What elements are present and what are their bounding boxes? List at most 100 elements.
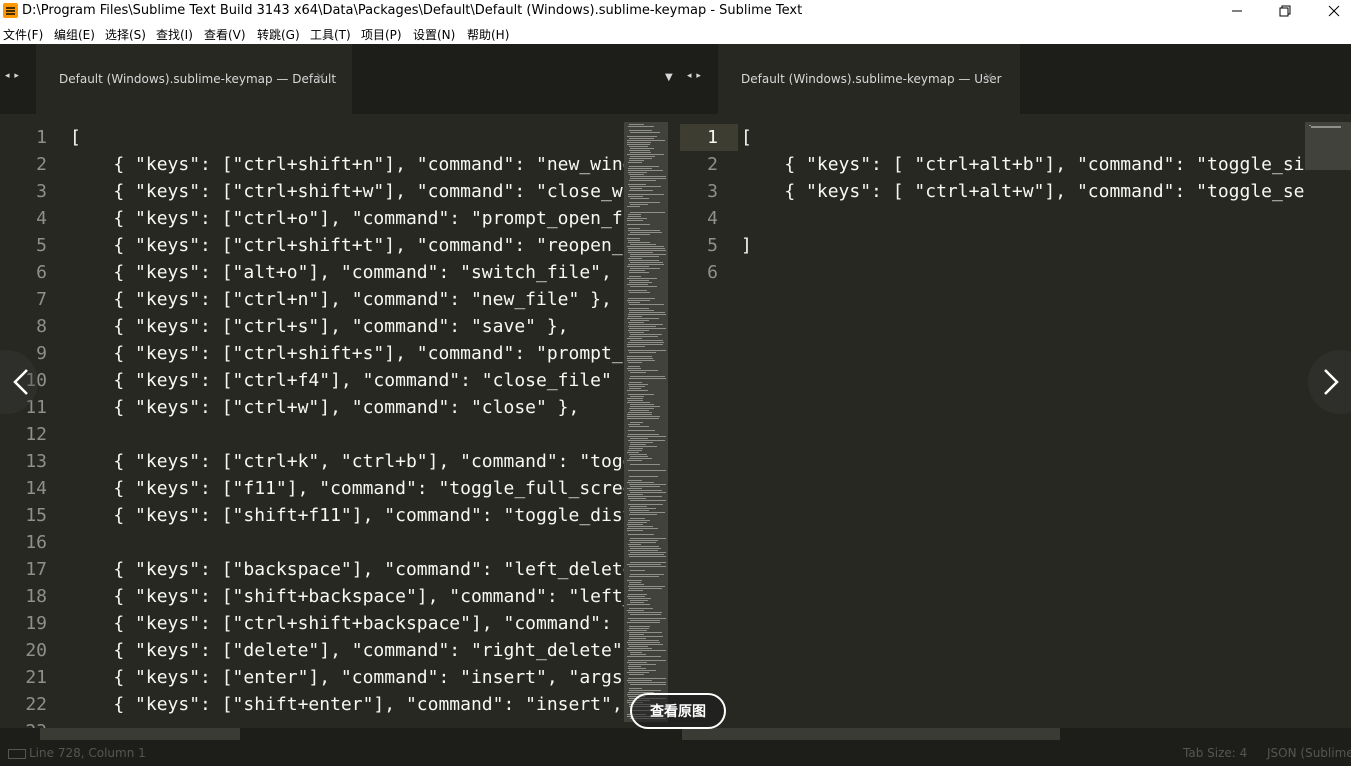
syntax-selector[interactable]: JSON (Sublime) (1267, 746, 1351, 760)
code-line: { "keys": [ "ctrl+alt+w"], "command": "t… (741, 181, 1305, 202)
line-number: 8 (36, 316, 47, 337)
minimap-line (630, 442, 653, 443)
minimize-button[interactable] (1214, 0, 1260, 22)
minimap-line (630, 268, 660, 269)
minimap-line (630, 262, 663, 263)
code-line: { "keys": ["enter"], "command": "insert"… (70, 667, 624, 688)
minimap-line (627, 648, 652, 649)
minimap-line (628, 450, 642, 451)
menu-goto[interactable]: 转跳(G) (257, 26, 300, 43)
minimap-line (628, 682, 666, 683)
tab-size-selector[interactable]: Tab Size: 4 (1183, 746, 1247, 760)
minimap-line (629, 352, 656, 353)
minimap-line (628, 660, 666, 661)
minimap-line (629, 514, 657, 515)
minimap-line (628, 216, 641, 217)
minimap[interactable] (624, 114, 668, 728)
minimap-line (628, 326, 656, 327)
minimap-line (627, 368, 641, 369)
minimap-line (627, 246, 664, 247)
minimap-line (629, 628, 649, 629)
line-number: 1 (36, 127, 47, 148)
minimap-line (627, 344, 663, 345)
line-number-gutter: 1 2 3 4 5 6 (680, 114, 738, 728)
minimap-line (629, 282, 652, 283)
minimap-line (627, 144, 650, 145)
menu-preferences[interactable]: 设置(N) (413, 26, 455, 43)
minimap[interactable] (1305, 114, 1351, 728)
minimap-line (629, 150, 650, 151)
minimap-line (630, 212, 665, 213)
menu-bar: 文件(F) 编组(E) 选择(S) 查找(I) 查看(V) 转跳(G) 工具(T… (0, 22, 1351, 45)
code-line: { "keys": ["ctrl+s"], "command": "save" … (70, 316, 569, 337)
tab-nav-arrows-right[interactable]: ◂ ▸ (687, 71, 702, 81)
close-window-button[interactable] (1311, 0, 1351, 22)
menu-edit[interactable]: 编组(E) (54, 26, 95, 43)
left-editor-pane[interactable]: 1 2 3 4 5 6 7 8 9 10 11 12 13 14 15 16 1… (0, 114, 680, 728)
code-line: [ (741, 127, 752, 148)
minimap-line (629, 146, 648, 147)
minimap-line (630, 538, 666, 539)
cursor-position: Line 728, Column 1 (29, 746, 146, 760)
right-editor-pane[interactable]: 1 2 3 4 5 6 [ { "keys": [ "ctrl+alt+b"],… (680, 114, 1351, 728)
minimap-line (628, 618, 666, 619)
line-number: 3 (707, 181, 718, 202)
minimap-line (630, 464, 660, 465)
minimap-line (629, 582, 641, 583)
code-area[interactable]: [ { "keys": ["ctrl+shift+n"], "command":… (70, 114, 624, 728)
minimap-line (629, 310, 654, 311)
minimap-line (627, 482, 654, 483)
menu-selection[interactable]: 选择(S) (105, 26, 146, 43)
minimap-line (630, 410, 649, 411)
tab-close-icon[interactable]: × (983, 70, 994, 85)
left-scrollbar-thumb[interactable] (40, 728, 240, 740)
minimap-line (630, 204, 648, 205)
minimap-line (629, 664, 656, 665)
minimap-line (630, 376, 665, 377)
panel-toggle-icon[interactable] (8, 749, 26, 759)
minimap-line (629, 276, 641, 277)
minimap-line (630, 396, 644, 397)
menu-project[interactable]: 项目(P) (361, 26, 402, 43)
minimap-viewport[interactable] (1305, 122, 1351, 170)
tab-dropdown-icon[interactable]: ▼ (665, 72, 673, 83)
menu-view[interactable]: 查看(V) (204, 26, 246, 43)
restore-icon (1279, 5, 1291, 17)
minimap-line (628, 170, 663, 171)
minimap-line (629, 576, 659, 577)
menu-tools[interactable]: 工具(T) (310, 26, 351, 43)
minimap-line (629, 636, 663, 637)
minimap-line (629, 260, 659, 261)
tab-close-icon[interactable]: × (315, 70, 326, 85)
minimap-line (627, 278, 657, 279)
tab-user-keymap[interactable]: Default (Windows).sublime-keymap — User … (718, 44, 1020, 114)
line-number: 1 (707, 127, 718, 148)
line-number: 12 (25, 424, 47, 445)
minimap-line (628, 520, 650, 521)
tab-default-keymap[interactable]: Default (Windows).sublime-keymap — Defau… (36, 44, 352, 114)
minimap-line (629, 454, 647, 455)
minimap-line (628, 440, 665, 441)
tab-nav-arrows-left[interactable]: ◂ ▸ (5, 71, 20, 81)
minimap-line (628, 168, 652, 169)
menu-help[interactable]: 帮助(H) (467, 26, 509, 43)
minimap-line (628, 470, 666, 471)
minimap-line (627, 414, 652, 415)
minimap-line (630, 602, 644, 603)
minimap-line (628, 366, 640, 367)
right-scrollbar-thumb[interactable] (682, 728, 1060, 740)
minimap-line (629, 160, 644, 161)
minimap-line (630, 518, 645, 519)
minimap-line (627, 206, 640, 207)
menu-find[interactable]: 查找(I) (156, 26, 193, 43)
code-area[interactable]: [ { "keys": [ "ctrl+alt+b"], "command": … (741, 114, 1305, 728)
code-line: { "keys": ["ctrl+f4"], "command": "close… (70, 370, 624, 391)
view-original-button[interactable]: 查看原图 (630, 693, 726, 729)
code-line: { "keys": ["f11"], "command": "toggle_fu… (70, 478, 624, 499)
maximize-button[interactable] (1262, 0, 1308, 22)
menu-file[interactable]: 文件(F) (3, 26, 43, 43)
minimap-line (628, 264, 664, 265)
minimap-line (630, 148, 654, 149)
code-line: { "keys": ["shift+enter"], "command": "i… (70, 694, 624, 715)
minimap-line (627, 642, 660, 643)
